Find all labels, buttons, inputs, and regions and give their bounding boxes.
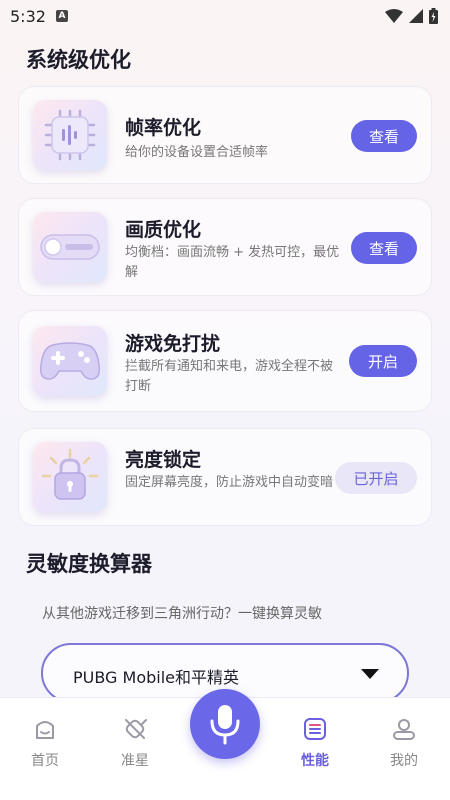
card-game-dnd[interactable]: 游戏免打扰 拦截所有通知和来电，游戏全程不被打断 开启 [18, 310, 432, 412]
card-title: 亮度锁定 [125, 449, 202, 471]
nav-item-home[interactable]: 首页 [15, 716, 75, 776]
card-brightness-lock[interactable]: 亮度锁定 固定屏幕亮度，防止游戏中自动变暗 已开启 [18, 428, 432, 526]
nav-label: 首页 [31, 753, 59, 769]
toggle-icon [33, 212, 107, 282]
section-title-system-optimization: 系统级优化 [26, 48, 131, 72]
nav-item-performance[interactable]: 性能 [285, 716, 345, 776]
card-title: 游戏免打扰 [125, 333, 221, 355]
nav-item-crosshair[interactable]: 准星 [105, 716, 165, 776]
card-desc: 拦截所有通知和来电，游戏全程不被打断 [125, 359, 334, 394]
battery-icon [429, 8, 438, 24]
profile-icon [393, 719, 415, 740]
card-title: 帧率优化 [125, 117, 202, 139]
notification-a-icon: A [55, 10, 68, 22]
enable-game-dnd-button[interactable]: 开启 [349, 345, 417, 377]
card-desc: 给你的设备设置合适帧率 [125, 145, 269, 160]
converter-subtitle: 从其他游戏迁移到三角洲行动？一键换算灵敏 [42, 606, 322, 622]
nav-label: 性能 [301, 753, 329, 769]
nav-label: 准星 [121, 753, 149, 769]
view-frame-rate-button[interactable]: 查看 [351, 120, 417, 152]
wifi-icon [385, 9, 403, 23]
brightness-lock-enabled-button[interactable]: 已开启 [335, 462, 417, 494]
microphone-icon [210, 705, 240, 745]
gamepad-icon [33, 326, 107, 396]
nav-item-profile[interactable]: 我的 [374, 716, 434, 776]
card-desc: 均衡档：画面流畅 + 发热可控，最优解 [125, 245, 340, 280]
performance-icon [304, 718, 326, 740]
view-image-quality-button[interactable]: 查看 [351, 232, 417, 264]
card-frame-rate[interactable]: 帧率优化 给你的设备设置合适帧率 查看 [18, 86, 432, 184]
caret-down-icon [361, 669, 379, 679]
card-desc: 固定屏幕亮度，防止游戏中自动变暗 [125, 475, 334, 490]
status-bar: 5:32 A [0, 0, 450, 32]
brightness-lock-icon [33, 442, 107, 512]
section-title-sensitivity-converter: 灵敏度换算器 [26, 552, 152, 576]
card-title: 画质优化 [125, 219, 202, 241]
crosshair-icon [125, 719, 147, 739]
status-time: 5:32 [10, 6, 46, 26]
dropdown-selected-value: PUBG Mobile和平精英 [73, 668, 240, 687]
signal-icon [409, 9, 423, 23]
chip-icon [33, 100, 107, 170]
voice-mic-button[interactable] [190, 689, 260, 759]
home-icon [36, 721, 54, 739]
nav-label: 我的 [390, 753, 418, 769]
card-image-quality[interactable]: 画质优化 均衡档：画面流畅 + 发热可控，最优解 查看 [18, 198, 432, 296]
